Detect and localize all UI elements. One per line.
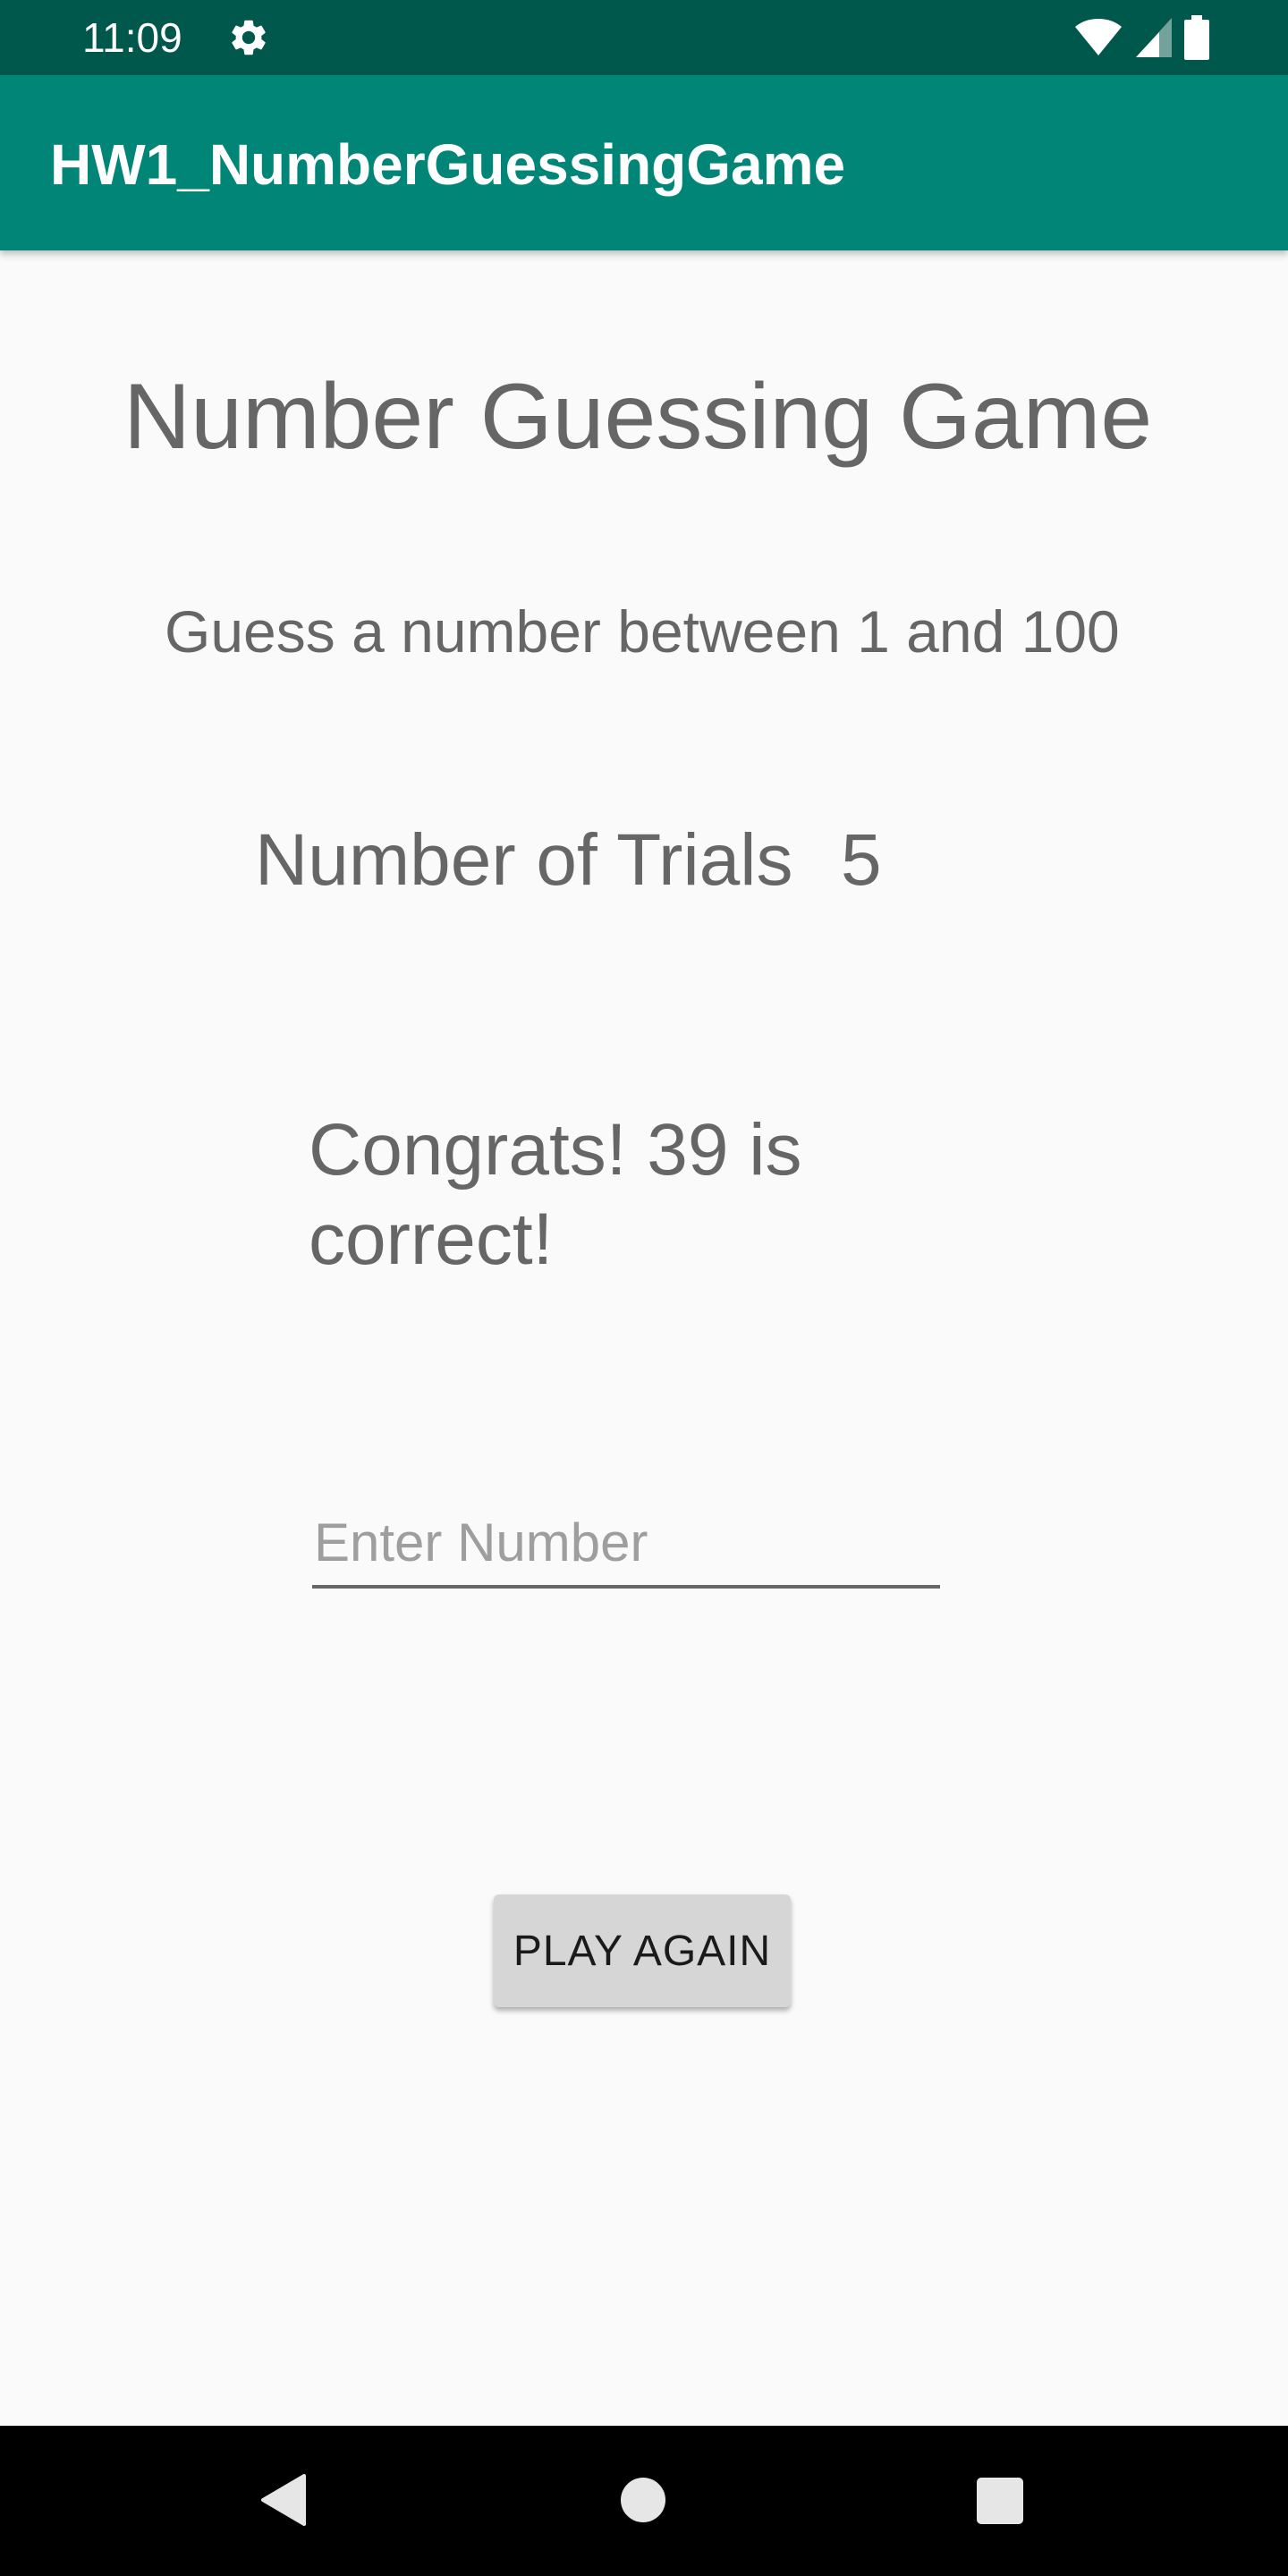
number-input[interactable]	[312, 1499, 940, 1589]
page-title: Number Guessing Game	[123, 365, 1153, 469]
home-icon[interactable]	[621, 2478, 665, 2522]
trials-label: Number of Trials	[255, 819, 793, 901]
cell-signal-icon	[1136, 18, 1172, 57]
battery-icon	[1184, 15, 1209, 60]
result-message: Congrats! 39 is correct!	[309, 1109, 802, 1280]
instructions-text: Guess a number between 1 and 100	[165, 598, 1120, 665]
app-bar: HW1_NumberGuessingGame	[0, 75, 1288, 250]
wifi-icon	[1075, 19, 1122, 55]
status-bar: 11:09	[0, 0, 1288, 75]
gear-icon	[232, 20, 266, 55]
play-again-button[interactable]: PLAY AGAIN	[494, 1894, 791, 2007]
navigation-bar	[0, 2426, 1288, 2576]
app-title: HW1_NumberGuessingGame	[50, 132, 846, 197]
trials-count: 5	[841, 819, 882, 901]
status-icons	[1073, 14, 1209, 61]
status-time: 11:09	[82, 14, 182, 61]
back-icon[interactable]	[261, 2474, 308, 2526]
recents-icon[interactable]	[977, 2478, 1023, 2524]
screen: 11:09 HW1_NumberGuessingGame Number Gues…	[0, 0, 1288, 2576]
